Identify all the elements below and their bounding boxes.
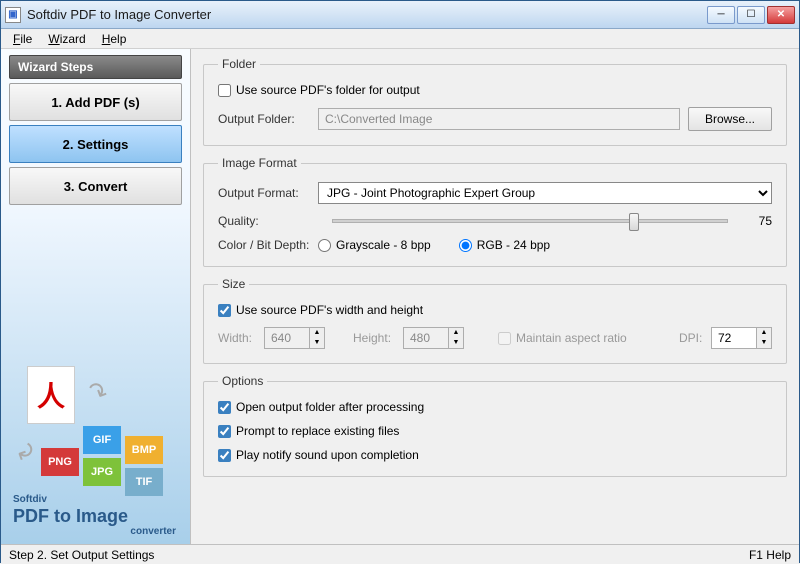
quality-slider-thumb[interactable]: [629, 213, 639, 231]
art-text-converter: converter: [130, 526, 176, 537]
rgb-radio[interactable]: RGB - 24 bpp: [459, 238, 550, 252]
width-label: Width:: [218, 331, 264, 345]
spin-down-icon[interactable]: ▼: [757, 338, 771, 348]
play-sound-checkbox[interactable]: Play notify sound upon completion: [218, 448, 419, 462]
menu-bar: File Wizard Help: [1, 29, 799, 49]
use-source-size-label: Use source PDF's width and height: [236, 303, 423, 317]
menu-wizard[interactable]: Wizard: [40, 30, 93, 48]
output-folder-input[interactable]: [318, 108, 680, 130]
open-output-checkbox[interactable]: Open output folder after processing: [218, 400, 424, 414]
pdf-icon: 人: [27, 366, 75, 424]
height-input: [403, 327, 449, 349]
spin-down-icon[interactable]: ▼: [310, 338, 324, 348]
spin-down-icon[interactable]: ▼: [449, 338, 463, 348]
quality-slider[interactable]: [332, 219, 728, 223]
dpi-label: DPI:: [679, 331, 711, 345]
image-format-group: Image Format Output Format: JPG - Joint …: [203, 156, 787, 267]
width-input: [264, 327, 310, 349]
size-legend: Size: [218, 277, 249, 291]
menu-file[interactable]: File: [5, 30, 40, 48]
dpi-spinner[interactable]: ▲▼: [711, 327, 772, 349]
png-badge: PNG: [41, 448, 79, 476]
maximize-button[interactable]: ☐: [737, 6, 765, 24]
grayscale-label: Grayscale - 8 bpp: [336, 238, 431, 252]
output-format-label: Output Format:: [218, 186, 318, 200]
open-output-label: Open output folder after processing: [236, 400, 424, 414]
spin-up-icon[interactable]: ▲: [757, 328, 771, 338]
tif-badge: TIF: [125, 468, 163, 496]
output-folder-label: Output Folder:: [218, 112, 318, 126]
width-spinner[interactable]: ▲▼: [264, 327, 325, 349]
art-text-pdf-to-image: PDF to Image: [13, 506, 128, 527]
use-source-folder-checkbox[interactable]: Use source PDF's folder for output: [218, 83, 420, 97]
wizard-step-settings[interactable]: 2. Settings: [9, 125, 182, 163]
app-icon: ▣: [5, 7, 21, 23]
prompt-replace-label: Prompt to replace existing files: [236, 424, 399, 438]
art-text-softdiv: Softdiv: [13, 494, 47, 505]
bmp-badge: BMP: [125, 436, 163, 464]
maintain-aspect-checkbox[interactable]: Maintain aspect ratio: [498, 331, 627, 345]
height-spinner[interactable]: ▲▼: [403, 327, 464, 349]
spin-up-icon[interactable]: ▲: [310, 328, 324, 338]
use-source-folder-label: Use source PDF's folder for output: [236, 83, 420, 97]
title-bar: ▣ Softdiv PDF to Image Converter ─ ☐ ✕: [1, 1, 799, 29]
output-format-select[interactable]: JPG - Joint Photographic Expert Group: [318, 182, 772, 204]
status-right: F1 Help: [749, 548, 791, 562]
gif-badge: GIF: [83, 426, 121, 454]
wizard-steps-header: Wizard Steps: [9, 55, 182, 79]
prompt-replace-checkbox[interactable]: Prompt to replace existing files: [218, 424, 399, 438]
height-label: Height:: [353, 331, 403, 345]
status-bar: Step 2. Set Output Settings F1 Help: [1, 544, 799, 564]
spin-up-icon[interactable]: ▲: [449, 328, 463, 338]
arrow-icon-1: ↷: [82, 375, 112, 410]
options-group: Options Open output folder after process…: [203, 374, 787, 477]
rgb-label: RGB - 24 bpp: [477, 238, 550, 252]
use-source-size-checkbox[interactable]: Use source PDF's width and height: [218, 303, 423, 317]
window-title: Softdiv PDF to Image Converter: [27, 7, 707, 22]
folder-group: Folder Use source PDF's folder for outpu…: [203, 57, 787, 146]
close-button[interactable]: ✕: [767, 6, 795, 24]
arrow-icon-2: ↷: [6, 435, 41, 465]
quality-label: Quality:: [218, 214, 318, 228]
sidebar: Wizard Steps 1. Add PDF (s) 2. Settings …: [1, 49, 191, 544]
minimize-button[interactable]: ─: [707, 6, 735, 24]
color-depth-label: Color / Bit Depth:: [218, 238, 318, 252]
maintain-aspect-label: Maintain aspect ratio: [516, 331, 627, 345]
play-sound-label: Play notify sound upon completion: [236, 448, 419, 462]
folder-legend: Folder: [218, 57, 260, 71]
size-group: Size Use source PDF's width and height W…: [203, 277, 787, 364]
grayscale-radio[interactable]: Grayscale - 8 bpp: [318, 238, 431, 252]
jpg-badge: JPG: [83, 458, 121, 486]
wizard-step-add-pdf[interactable]: 1. Add PDF (s): [9, 83, 182, 121]
menu-help[interactable]: Help: [94, 30, 135, 48]
dpi-input: [711, 327, 757, 349]
status-left: Step 2. Set Output Settings: [9, 548, 154, 562]
window-buttons: ─ ☐ ✕: [707, 6, 795, 24]
content-panel: Folder Use source PDF's folder for outpu…: [191, 49, 799, 544]
options-legend: Options: [218, 374, 267, 388]
browse-button[interactable]: Browse...: [688, 107, 772, 131]
sidebar-art: 人 ↷ ↷ PNG GIF JPG BMP TIF Softdiv PDF to…: [9, 358, 182, 538]
quality-value: 75: [742, 214, 772, 228]
main-area: Wizard Steps 1. Add PDF (s) 2. Settings …: [1, 49, 799, 544]
wizard-step-convert[interactable]: 3. Convert: [9, 167, 182, 205]
image-format-legend: Image Format: [218, 156, 301, 170]
